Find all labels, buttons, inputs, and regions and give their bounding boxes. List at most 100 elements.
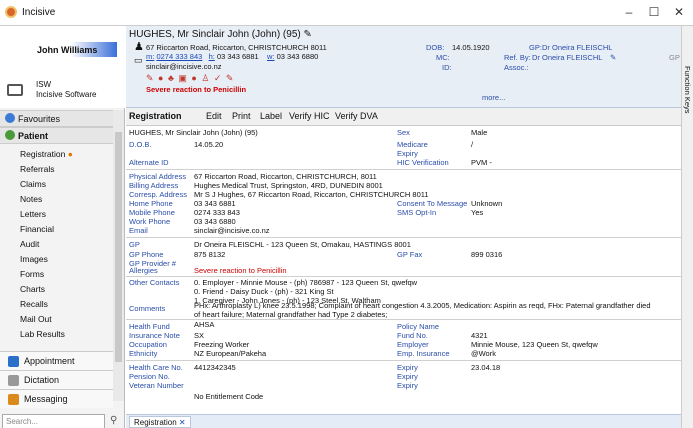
eth-value: NZ European/Pakeha: [194, 349, 267, 358]
print-button[interactable]: Print: [232, 111, 251, 121]
window-title: Incisive: [22, 7, 56, 18]
entitlement-value: No Entitlement Code: [194, 392, 264, 401]
nav-messaging-label: Messaging: [24, 394, 68, 404]
gp-short: GP: [669, 53, 680, 62]
nav-forms[interactable]: Forms: [0, 267, 113, 282]
lock-icon: ●: [67, 149, 73, 159]
phys-value: 67 Riccarton Road, Riccarton, CHRISTCHUR…: [194, 172, 377, 181]
comments-line2: of heart failure; Maternal grandfather h…: [194, 310, 388, 319]
dob-value: 14.05.1920: [452, 43, 490, 52]
gpfax-value: 899 0316: [471, 250, 503, 259]
edit-button[interactable]: Edit: [206, 111, 222, 121]
nav-messaging[interactable]: Messaging: [0, 389, 113, 408]
nav-charts[interactable]: Charts: [0, 282, 113, 297]
edit-pencil-icon[interactable]: ✎: [304, 29, 312, 40]
contact-card-icon: ▭: [134, 55, 143, 65]
allergies-label: Allergies: [129, 266, 158, 275]
nav-lab-results[interactable]: Lab Results: [0, 327, 113, 342]
nav-registration[interactable]: Registration ●: [0, 147, 113, 162]
corr-value: Mr S J Hughes, 67 Riccarton Road, Riccar…: [194, 190, 429, 199]
contact-2: 0. Friend - Daisy Duck - (ph) - 321 King…: [194, 287, 334, 296]
nav-audit[interactable]: Audit: [0, 237, 113, 252]
maximize-button[interactable]: ☐: [645, 4, 663, 20]
tab-registration[interactable]: Registration ✕: [129, 416, 191, 428]
nav-financial[interactable]: Financial: [0, 222, 113, 237]
mobile-link[interactable]: 0274 333 843: [156, 52, 202, 61]
contacts-label: Other Contacts: [129, 278, 180, 287]
divider: [126, 237, 681, 238]
hcn-label: Health Care No.: [129, 363, 183, 372]
close-button[interactable]: ✕: [670, 4, 688, 20]
nav-patient[interactable]: Patient: [0, 127, 113, 144]
gp-label: GP:: [529, 43, 542, 52]
nav-images[interactable]: Images: [0, 252, 113, 267]
hcexp-label: Expiry: [397, 363, 418, 372]
close-tab-icon[interactable]: ✕: [179, 418, 186, 427]
nav-claims[interactable]: Claims: [0, 177, 113, 192]
gpphone-label: GP Phone: [129, 250, 164, 259]
nav-patient-label: Patient: [18, 131, 49, 141]
main-panel: HUGHES, Mr Sinclair John (John) (95) ✎ ♟…: [126, 26, 681, 428]
medicare-value: /: [471, 140, 474, 149]
patient-email: sinclair@incisive.co.nz: [146, 62, 222, 71]
scroll-thumb[interactable]: [115, 132, 122, 362]
nav-notes[interactable]: Notes: [0, 192, 113, 207]
comments-line1: PHx: Arthroplasty L) knee 23.5.1998; Com…: [194, 301, 651, 310]
registration-details: HUGHES, Mr Sinclair John (John) (95) Sex M…: [126, 126, 681, 408]
full-name: HUGHES, Mr Sinclair John (John) (95): [129, 128, 258, 137]
hic-value: PVM -: [471, 158, 492, 167]
sex-value: Male: [471, 128, 488, 137]
more-link[interactable]: more...: [482, 93, 505, 103]
checkmark-icon: [5, 113, 15, 123]
nav-favourites-label: Favourites: [18, 114, 61, 124]
workp-value: 03 343 6880: [194, 217, 236, 226]
occ-value: Freezing Worker: [194, 340, 250, 349]
microphone-icon: [8, 375, 19, 386]
sex-label: Sex: [397, 128, 410, 137]
function-keys-panel[interactable]: Function Keys: [681, 26, 693, 428]
corr-label: Corresp. Address: [129, 190, 187, 199]
verify-hic-button[interactable]: Verify HIC: [289, 111, 330, 121]
contact-1: 0. Employer - Minnie Mouse - (ph) 786987…: [194, 278, 418, 287]
nav-letters[interactable]: Letters: [0, 207, 113, 222]
computer-icon: [7, 84, 23, 96]
minimize-button[interactable]: –: [620, 4, 638, 20]
nav-appointment[interactable]: Appointment: [0, 351, 113, 370]
alert-icons[interactable]: ✎ ● ♣ ▣ ● ♙ ✓ ✎: [146, 73, 234, 83]
patient-name: HUGHES, Mr Sinclair John (John) (95) ✎: [129, 29, 312, 40]
gpphone-value: 875 8132: [194, 250, 226, 259]
fundno-value: 4321: [471, 331, 488, 340]
nav-mail-out[interactable]: Mail Out: [0, 312, 113, 327]
veteran-expiry-label: Expiry: [397, 381, 418, 390]
insnote-label: Insurance Note: [129, 331, 180, 340]
nav-dictation[interactable]: Dictation: [0, 370, 113, 389]
search-icon[interactable]: ⚲: [110, 415, 117, 426]
verify-dva-button[interactable]: Verify DVA: [335, 111, 378, 121]
empins-label: Emp. Insurance: [397, 349, 450, 358]
nav-referrals[interactable]: Referrals: [0, 162, 113, 177]
search-input[interactable]: Search...: [2, 414, 105, 428]
tab-bar: Registration ✕: [126, 414, 681, 428]
workp-label: Work Phone: [129, 217, 171, 226]
sms-value: Yes: [471, 208, 484, 217]
nav-recalls[interactable]: Recalls: [0, 297, 113, 312]
sidebar-scrollbar[interactable]: [113, 110, 124, 401]
hf-value: AHSA: [194, 320, 215, 329]
hcexp-value: 23.04.18: [471, 363, 501, 372]
home-label: h:: [208, 52, 215, 61]
mobp-label: Mobile Phone: [129, 208, 175, 217]
employer-label: Employer: [397, 340, 429, 349]
function-keys-label[interactable]: Function Keys: [683, 66, 692, 114]
user-panel: John Williams ISW Incisive Software: [0, 26, 125, 108]
empins-value: @Work: [471, 349, 496, 358]
alert-text: Severe reaction to Penicillin: [146, 85, 247, 94]
hcn-value: 4412342345: [194, 363, 236, 372]
assoc-label: Assoc.:: [504, 63, 529, 72]
label-button[interactable]: Label: [260, 111, 282, 121]
patient-header: HUGHES, Mr Sinclair John (John) (95) ✎ ♟…: [126, 26, 681, 108]
nav-favourites[interactable]: Favourites: [0, 110, 113, 127]
phys-label: Physical Address: [129, 172, 187, 181]
work-label: w:: [267, 52, 275, 61]
refby-edit-icon[interactable]: ✎: [610, 53, 616, 63]
mobile-label: m:: [146, 52, 155, 61]
